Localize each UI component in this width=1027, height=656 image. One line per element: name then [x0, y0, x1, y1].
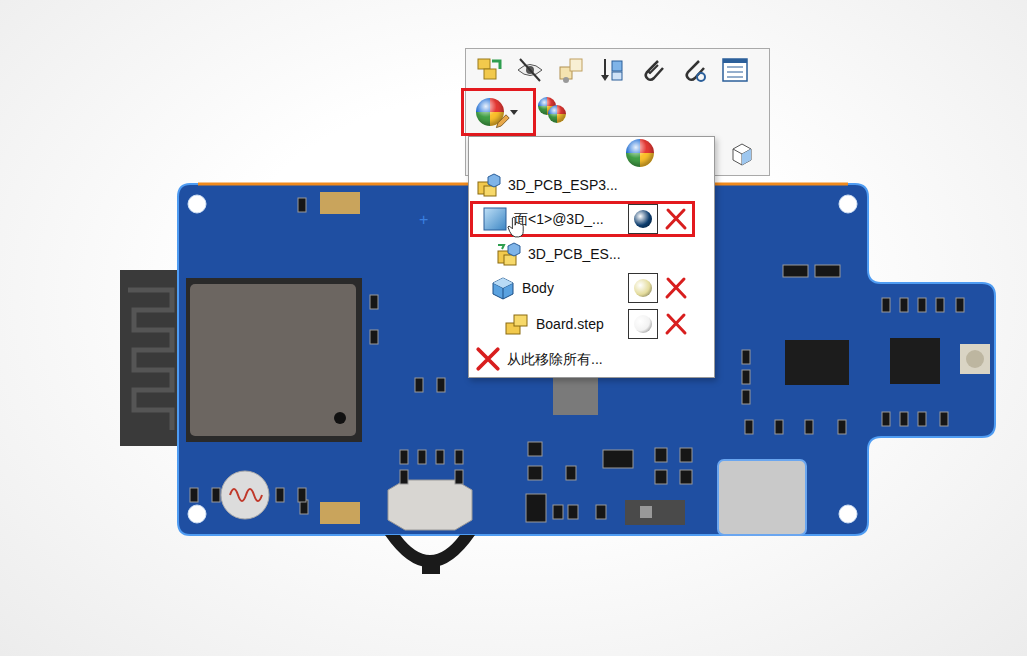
appearance-menu-item[interactable]: 3D_PCB_ES... [469, 237, 714, 270]
cad-viewport[interactable]: +3D_PCB_ESP3... 面<1>@3D_... 3D_PCB_ES... Bo… [0, 0, 1027, 656]
remove-all-label: 从此移除所有... [507, 350, 714, 368]
item-label: 面<1>@3D_... [514, 210, 622, 228]
appearance-menu-item[interactable]: Body [469, 270, 714, 306]
hand-cursor-icon [507, 216, 525, 238]
pencil-icon [494, 114, 510, 130]
assembly-icon [496, 241, 522, 267]
part-icon [504, 311, 530, 337]
esp-module [186, 278, 362, 442]
appearance-swatch[interactable] [628, 204, 658, 234]
remove-icon[interactable] [664, 207, 688, 231]
remove-all-item[interactable]: 从此移除所有... [469, 342, 714, 375]
appearance-menu-item[interactable]: 面<1>@3D_... [469, 201, 714, 237]
appearance-swatch[interactable] [628, 309, 658, 339]
appearance-swatch[interactable] [628, 273, 658, 303]
face-icon [482, 206, 508, 232]
appearance-menu-item[interactable]: 3D_PCB_ESP3... [469, 168, 714, 201]
item-label: 3D_PCB_ES... [528, 245, 688, 263]
paperclip-icon[interactable] [638, 55, 668, 85]
edit-assembly-icon[interactable] [474, 55, 504, 85]
item-label: Body [522, 279, 622, 297]
origin-marker: + [419, 210, 428, 230]
appearance-sphere-icon[interactable] [626, 139, 654, 167]
hide-eye-icon[interactable] [515, 55, 545, 85]
dropdown-arrow-icon[interactable] [510, 110, 518, 115]
appearance-menu: 3D_PCB_ESP3... 面<1>@3D_... 3D_PCB_ES... Bod… [468, 136, 715, 378]
remove-all-icon [475, 346, 501, 372]
transparency-icon[interactable] [556, 55, 586, 85]
appearance-sphere-icon [476, 98, 504, 126]
item-label: Board.step [536, 315, 622, 333]
cube-view-icon[interactable] [727, 138, 757, 168]
body-icon [490, 275, 516, 301]
appearance-menu-item[interactable]: Board.step [469, 306, 714, 342]
properties-list-icon[interactable] [720, 55, 750, 85]
paperclip-search-icon[interactable] [679, 55, 709, 85]
assembly-icon [476, 172, 502, 198]
appearance-button[interactable] [461, 88, 536, 136]
isolate-icon[interactable] [597, 55, 627, 85]
remove-icon[interactable] [664, 312, 688, 336]
copy-appearance-icon[interactable] [538, 97, 568, 127]
remove-icon[interactable] [664, 276, 688, 300]
antenna [120, 270, 182, 446]
item-label: 3D_PCB_ESP3... [508, 176, 688, 194]
